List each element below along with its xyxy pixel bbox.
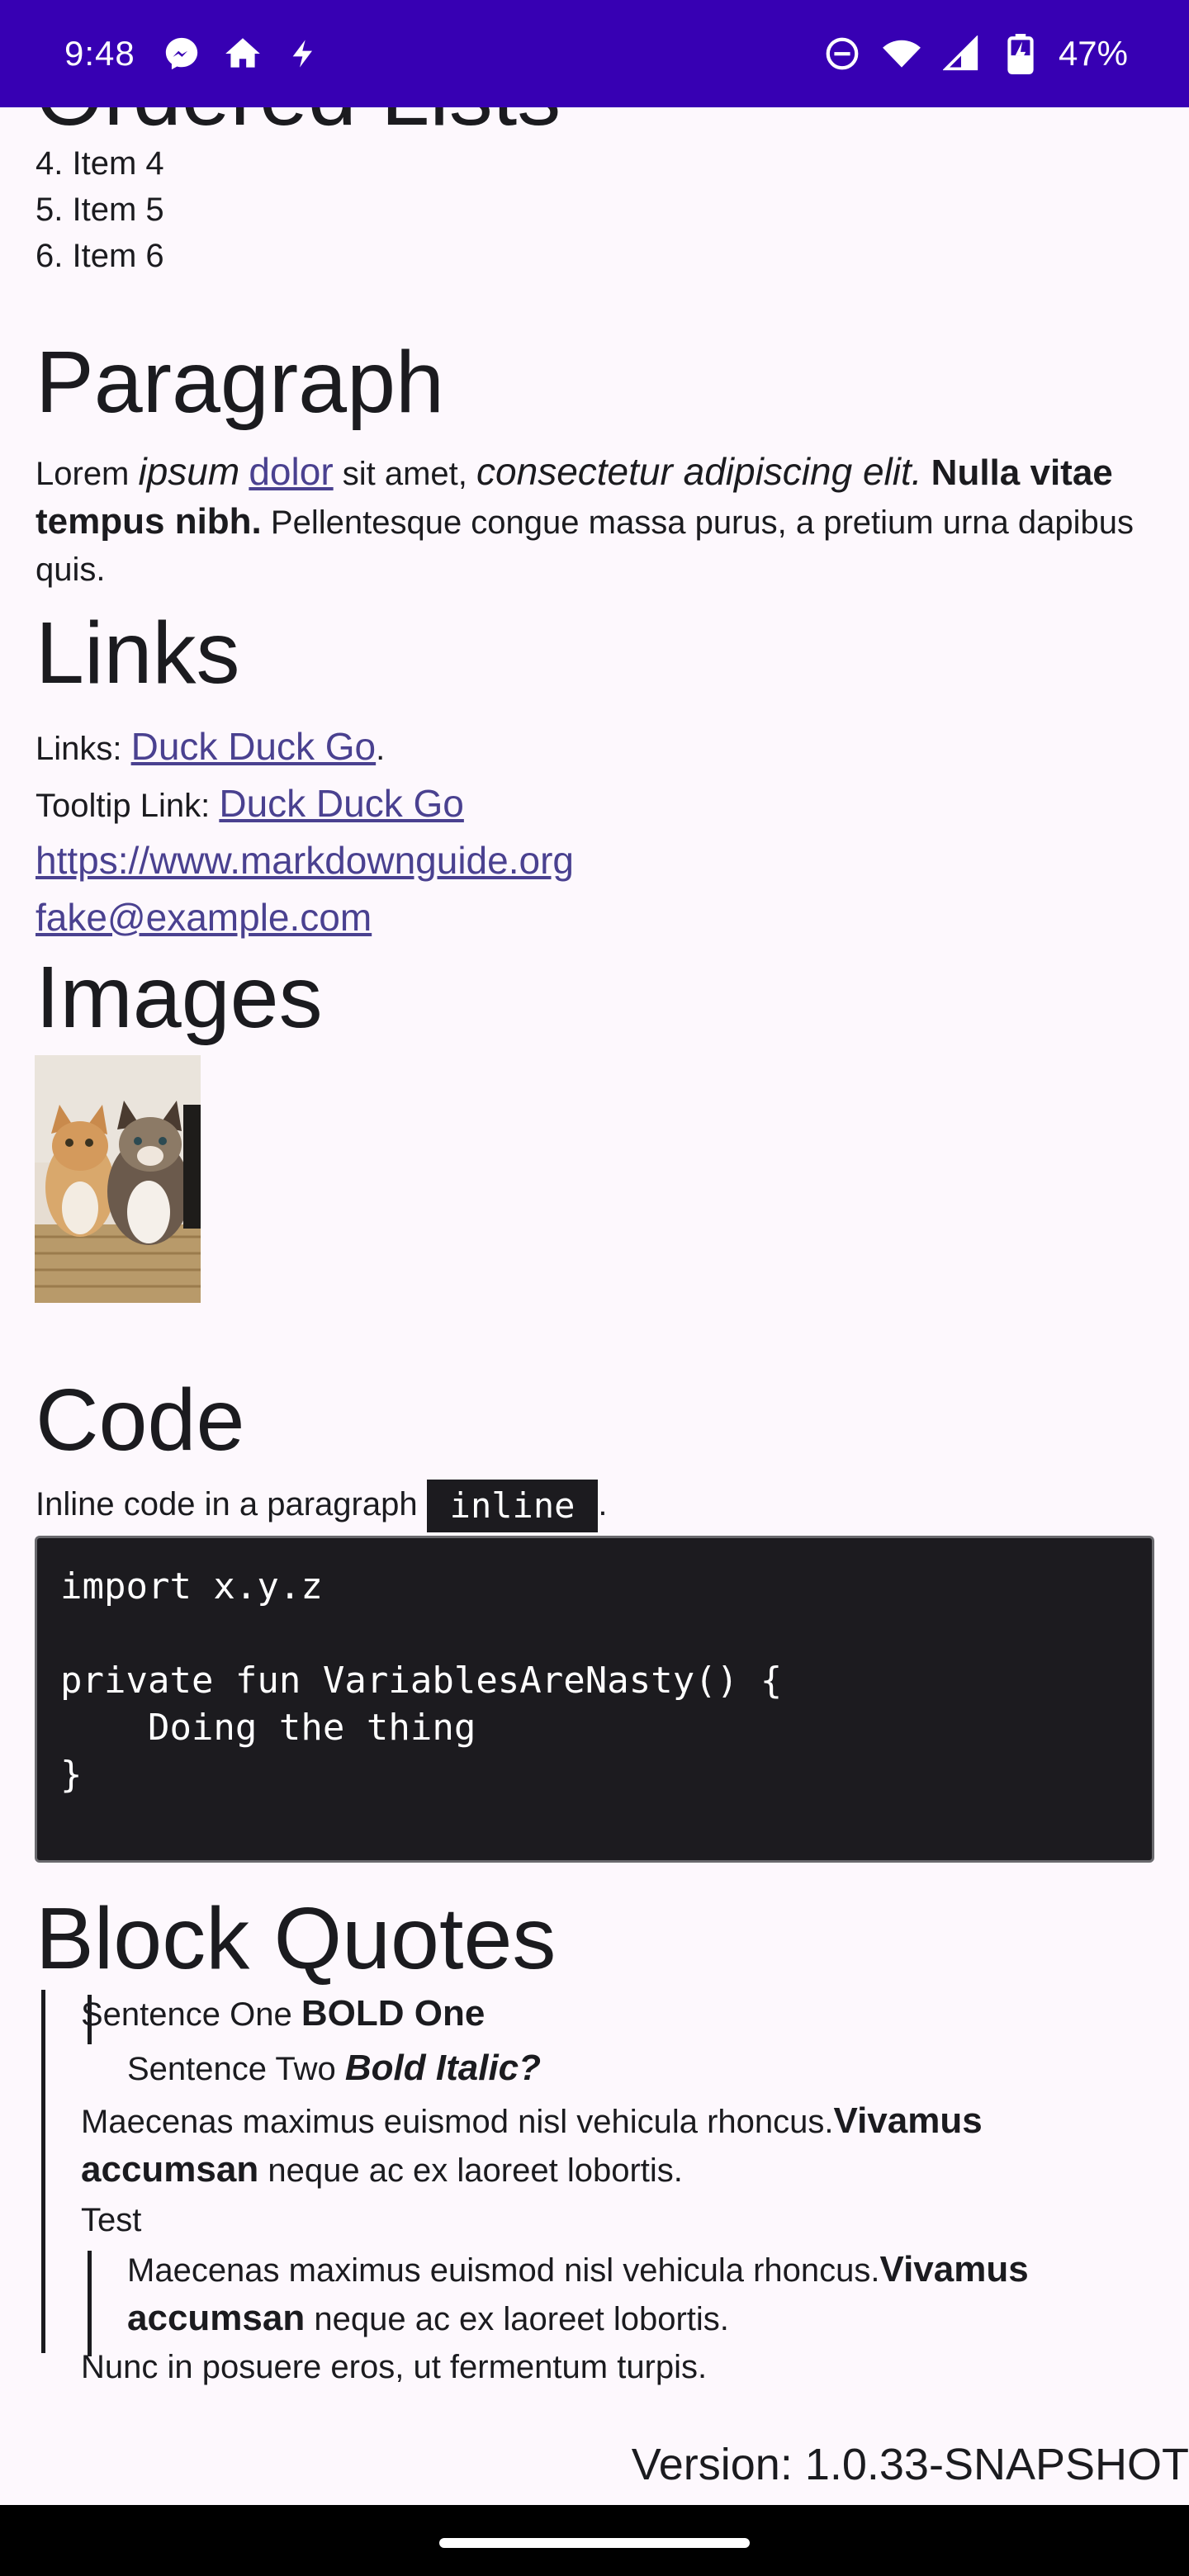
text-span: Links: (36, 731, 131, 767)
markdown-content[interactable]: Ordered Lists 4. Item 4 5. Item 5 6. Ite… (0, 107, 1189, 2505)
text-span: Sentence One (81, 1996, 301, 2033)
tooltip-link-line: Tooltip Link: Duck Duck Go (36, 776, 1158, 833)
quote-test-line: Test (81, 2202, 142, 2238)
text-span: Inline code in a paragraph (36, 1486, 427, 1522)
paragraph-text: Lorem ipsum dolor sit amet, consectetur … (36, 448, 1158, 594)
bold-italic-text: Bold Italic? (344, 2048, 542, 2088)
home-icon (221, 32, 264, 75)
quote-line: Sentence One BOLD One (81, 1990, 485, 2039)
nested-quote-bar (88, 1995, 92, 2044)
code-heading: Code (36, 1371, 245, 1469)
quote-paragraph: Maecenas maximus euismod nisl vehicula r… (81, 2097, 1146, 2195)
signal-icon (940, 32, 983, 75)
quote-bar (41, 1990, 45, 2353)
markdownguide-link[interactable]: https://www.markdownguide.org (36, 839, 574, 882)
home-gesture-handle[interactable] (439, 2538, 750, 2548)
email-link[interactable]: fake@example.com (36, 896, 372, 939)
nested-quote-line: Sentence Two Bold Italic? (127, 2044, 541, 2093)
duck-duck-go-tooltip-link[interactable]: Duck Duck Go (219, 782, 464, 825)
text-span: neque ac ex laoreet lobortis. (305, 2301, 729, 2337)
status-system-icons: 47% (821, 32, 1128, 75)
text-span: Lorem (36, 456, 139, 492)
nested-quote-paragraph: Maecenas maximus euismod nisl vehicula r… (127, 2246, 1164, 2343)
ordered-lists-heading: Ordered Lists (36, 107, 561, 139)
text-span: sit amet, (333, 456, 477, 492)
text-span: . (376, 731, 386, 767)
text-span: Maecenas maximus euismod nisl vehicula r… (81, 2104, 834, 2140)
paragraph-heading: Paragraph (36, 334, 445, 431)
quote-last-line: Nunc in posuere eros, ut fermentum turpi… (81, 2349, 708, 2385)
battery-percentage: 47% (1058, 34, 1128, 73)
text-span: Tooltip Link: (36, 788, 220, 824)
block-quote: Sentence One BOLD One Sentence Two Bold … (41, 1990, 1164, 2385)
kittens-image (35, 1055, 201, 1303)
list-item: 6. Item 6 (36, 238, 164, 274)
status-notification-icons (160, 32, 325, 75)
links-heading: Links (36, 604, 240, 702)
battery-charging-icon (999, 32, 1042, 75)
links-block: Links: Duck Duck Go. Tooltip Link: Duck … (36, 719, 1158, 947)
italic-text: ipsum (138, 450, 240, 493)
block-quotes-heading: Block Quotes (36, 1890, 557, 1987)
text-span: Maecenas maximus euismod nisl vehicula r… (127, 2252, 880, 2289)
duck-duck-go-link[interactable]: Duck Duck Go (131, 725, 377, 768)
status-time: 9:48 (64, 34, 135, 73)
text-span: Sentence Two (127, 2051, 345, 2087)
list-item: 5. Item 5 (36, 192, 164, 228)
images-heading: Images (36, 949, 323, 1046)
status-bar: 9:48 47% (0, 0, 1189, 107)
nested-quote-bar (88, 2251, 92, 2356)
code-block: import x.y.z private fun VariablesAreNas… (35, 1536, 1154, 1863)
links-line: Links: Duck Duck Go. (36, 719, 1158, 776)
text-span: neque ac ex laoreet lobortis. (258, 2152, 683, 2189)
version-label: Version: 1.0.33-SNAPSHOT (631, 2440, 1189, 2489)
wifi-icon (880, 32, 923, 75)
ordered-list: 4. Item 4 5. Item 5 6. Item 6 (36, 140, 164, 279)
url-line: https://www.markdownguide.org (36, 833, 1158, 890)
inline-code-paragraph: Inline code in a paragraph inline. (36, 1478, 608, 1533)
dnd-icon (821, 32, 864, 75)
text-span (922, 456, 931, 492)
messenger-icon (160, 32, 203, 75)
email-line: fake@example.com (36, 890, 1158, 947)
inline-link[interactable]: dolor (249, 450, 333, 493)
bolt-icon (282, 32, 325, 75)
italic-text: consectetur adipiscing elit. (476, 450, 922, 493)
inline-code: inline (426, 1480, 599, 1533)
list-item: 4. Item 4 (36, 145, 164, 182)
bold-text: BOLD One (301, 1993, 486, 2034)
text-span: . (598, 1486, 608, 1522)
